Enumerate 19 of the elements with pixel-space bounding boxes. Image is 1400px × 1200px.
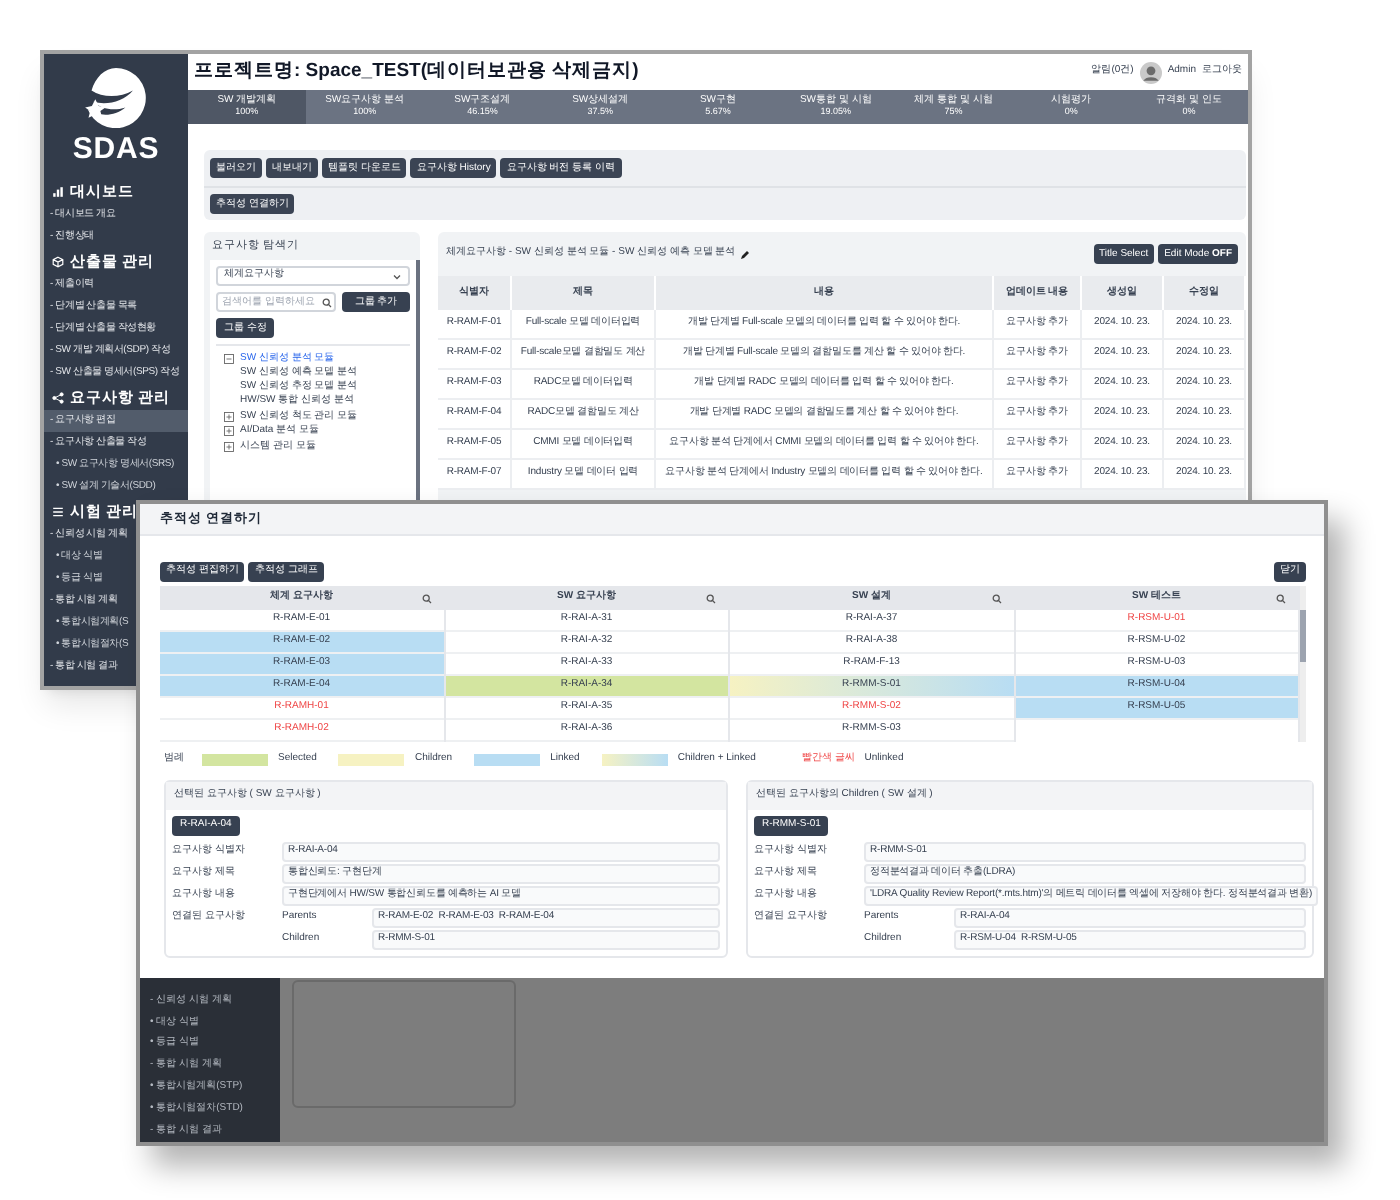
project-title: 프로젝트명: Space_TEST(데이터보관용 삭제금지) bbox=[194, 57, 639, 86]
chevron-down-icon bbox=[392, 271, 402, 281]
search-icon bbox=[421, 593, 431, 603]
scrollbar-thumb[interactable] bbox=[1300, 610, 1306, 662]
bar-chart-icon bbox=[52, 185, 64, 197]
search-icon bbox=[991, 593, 1001, 603]
legend-swatch bbox=[601, 754, 668, 766]
list-icon bbox=[52, 505, 64, 517]
legend-swatch bbox=[338, 754, 405, 766]
logo-text: SDAS bbox=[72, 134, 160, 164]
cube-icon bbox=[52, 255, 64, 267]
search-icon bbox=[1276, 593, 1286, 603]
legend-swatch bbox=[202, 754, 268, 766]
pencil-icon bbox=[739, 249, 750, 259]
search-icon bbox=[706, 593, 716, 603]
search-icon bbox=[322, 297, 332, 307]
legend-swatch bbox=[474, 754, 541, 766]
share-icon bbox=[52, 391, 64, 403]
avatar-icon bbox=[1139, 61, 1162, 83]
